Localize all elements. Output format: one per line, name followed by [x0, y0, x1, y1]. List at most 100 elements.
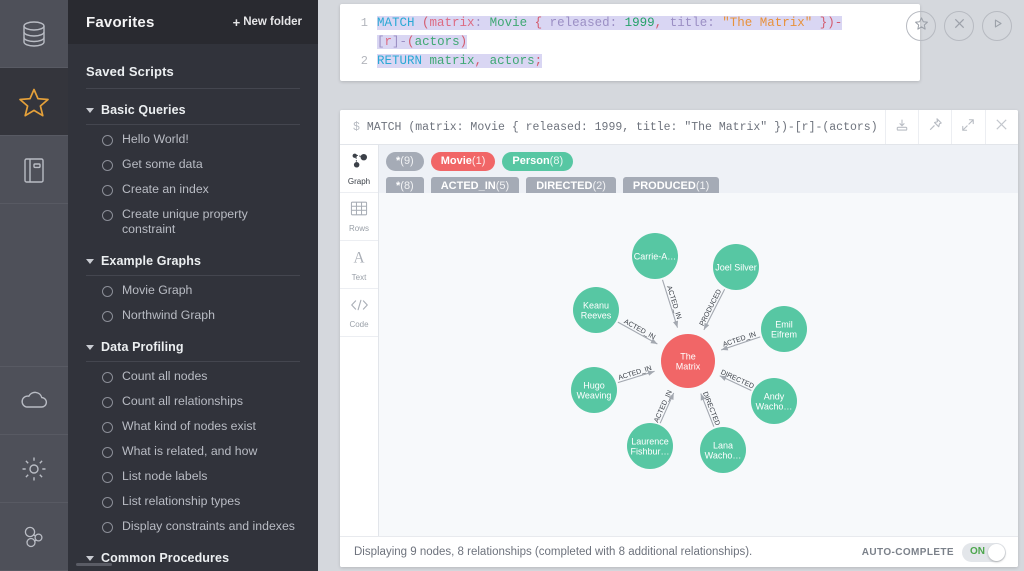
script-label: What is related, and how [122, 444, 258, 458]
legend-pill[interactable]: *(9) [386, 152, 424, 171]
legend-pill-label: Person [512, 155, 550, 167]
about-icon [20, 523, 48, 551]
script-label: Display constraints and indexes [122, 519, 295, 533]
drawer-scrollbar[interactable] [76, 563, 112, 566]
list-item[interactable]: Get some data [86, 152, 300, 177]
edge-label: ACTED_IN [653, 389, 674, 423]
list-item[interactable]: Count all nodes [86, 364, 300, 389]
folder-data-profiling[interactable]: Data Profiling [86, 328, 300, 361]
rail-item-documents[interactable] [0, 136, 68, 204]
rail-item-cloud[interactable] [0, 367, 68, 435]
code-token: ( [422, 16, 430, 30]
autocomplete-label: AUTO-COMPLETE [861, 546, 954, 558]
graph-node[interactable]: Emil Eifrem [761, 306, 807, 352]
graph-node[interactable]: Lana Wacho… [700, 427, 746, 473]
editor-line: 2 RETURN matrix, actors; [340, 52, 912, 71]
node-label-line: Hugo [583, 380, 605, 390]
pin-icon [928, 117, 943, 137]
folder-example-graphs[interactable]: Example Graphs [86, 242, 300, 275]
list-item[interactable]: What kind of nodes exist [86, 414, 300, 439]
download-button[interactable] [884, 110, 918, 144]
legend-pill-count: (2) [592, 180, 606, 192]
list-item[interactable]: Movie Graph [86, 278, 300, 303]
graph-node[interactable]: The Matrix [661, 334, 715, 388]
rail-item-database[interactable] [0, 0, 68, 68]
graph-node[interactable]: Hugo Weaving [571, 367, 617, 413]
clear-editor-button[interactable] [944, 11, 974, 41]
view-code[interactable]: Code [340, 289, 378, 337]
chevron-down-icon [86, 107, 94, 113]
list-item[interactable]: Create unique property constraint [86, 202, 300, 242]
node-label-line: Wacho… [756, 401, 793, 411]
new-folder-button[interactable]: + New folder [233, 16, 302, 29]
list-item[interactable]: Display constraints and indexes [86, 514, 300, 539]
code-text[interactable]: RETURN matrix, actors; [377, 52, 912, 71]
list-item[interactable]: List relationship types [86, 489, 300, 514]
code-token: r [384, 35, 393, 49]
script-bullet-icon [102, 160, 113, 171]
legend-pill-count: (1) [695, 180, 710, 192]
rail-item-about[interactable] [0, 503, 68, 571]
graph-node[interactable]: Joel Silver [713, 244, 759, 290]
pin-button[interactable] [918, 110, 951, 144]
close-frame-button[interactable] [984, 110, 1018, 144]
divider [86, 88, 300, 89]
list-item[interactable]: Northwind Graph [86, 303, 300, 328]
editor-line: [r]-(actors) [340, 33, 912, 52]
folder-basic-queries[interactable]: Basic Queries [86, 91, 300, 124]
code-text[interactable]: MATCH (matrix: Movie { released: 1999, t… [377, 14, 912, 33]
node-label: Carrie-A… [634, 251, 677, 261]
graph-canvas[interactable]: ACTED_IN PRODUCED ACTED_IN ACTED_IN ACTED_IN… [378, 193, 1018, 536]
view-text[interactable]: A Text [340, 241, 378, 289]
view-graph-label: Graph [347, 177, 371, 186]
list-item[interactable]: Create an index [86, 177, 300, 202]
folder-common-procedures[interactable]: Common Procedures [86, 539, 300, 571]
view-code-label: Code [349, 319, 369, 329]
code-text[interactable]: [r]-(actors) [377, 33, 912, 52]
list-item[interactable]: Hello World! [86, 127, 300, 152]
list-item[interactable]: List node labels [86, 464, 300, 489]
query-editor[interactable]: 1 MATCH (matrix: Movie { released: 1999, … [340, 4, 920, 81]
node-label-line: Eifrem [771, 329, 797, 339]
script-bullet-icon [102, 522, 113, 533]
autocomplete-control[interactable]: AUTO-COMPLETE ON [861, 542, 1006, 562]
node-label-line: Reeves [581, 310, 612, 320]
list-item[interactable]: What is related, and how [86, 439, 300, 464]
code-token: : [474, 16, 490, 30]
script-label: What kind of nodes exist [122, 419, 256, 433]
frame-query-text[interactable]: $ MATCH (matrix: Movie { released: 1999,… [340, 110, 885, 144]
graph-node[interactable]: Andy Wacho… [751, 378, 797, 424]
gear-icon [20, 455, 48, 483]
legend-node-labels: *(9) Movie(1) Person(8) [386, 152, 1008, 171]
legend-pill[interactable]: Person(8) [502, 152, 574, 171]
graph-nodes[interactable]: The Matrix Carrie-A… Joel Silver Keanu Reeves… [571, 233, 807, 473]
graph-visualization[interactable]: ACTED_IN PRODUCEDACTED_IN ACTED_INACTED_IN… [378, 193, 1018, 536]
rail-item-favorites[interactable] [0, 68, 68, 136]
expand-button[interactable] [951, 110, 984, 144]
new-folder-label: New folder [243, 16, 302, 28]
code-token: : [609, 16, 625, 30]
chevron-down-icon [86, 344, 94, 350]
view-rows-label: Rows [348, 224, 369, 233]
favorite-button[interactable] [906, 11, 936, 41]
view-graph[interactable]: Graph [340, 145, 378, 193]
graph-node[interactable]: Keanu Reeves [573, 287, 619, 333]
code-token: , [474, 54, 490, 68]
rail-item-settings[interactable] [0, 435, 68, 503]
legend-pill-label: DIRECTED [536, 180, 593, 192]
autocomplete-toggle[interactable]: ON [962, 542, 1006, 562]
run-query-button[interactable] [982, 11, 1012, 41]
graph-node[interactable]: Laurence Fishbur… [627, 423, 673, 469]
view-rows[interactable]: Rows [340, 193, 378, 241]
editor-line: 1 MATCH (matrix: Movie { released: 1999, … [340, 14, 912, 33]
node-label-line: Lana [713, 440, 733, 450]
legend-pill-label: PRODUCED [632, 180, 696, 192]
list-item[interactable]: Count all relationships [86, 389, 300, 414]
line-number: 2 [360, 54, 368, 68]
legend-pill[interactable]: Movie(1) [430, 152, 496, 171]
graph-node[interactable]: Carrie-A… [632, 233, 678, 279]
code-token: matrix [429, 54, 475, 68]
node-label: Laurence Fishbur… [630, 436, 669, 456]
status-text: Displaying 9 nodes, 8 relationships (com… [354, 546, 753, 558]
code-token: : [707, 16, 723, 30]
